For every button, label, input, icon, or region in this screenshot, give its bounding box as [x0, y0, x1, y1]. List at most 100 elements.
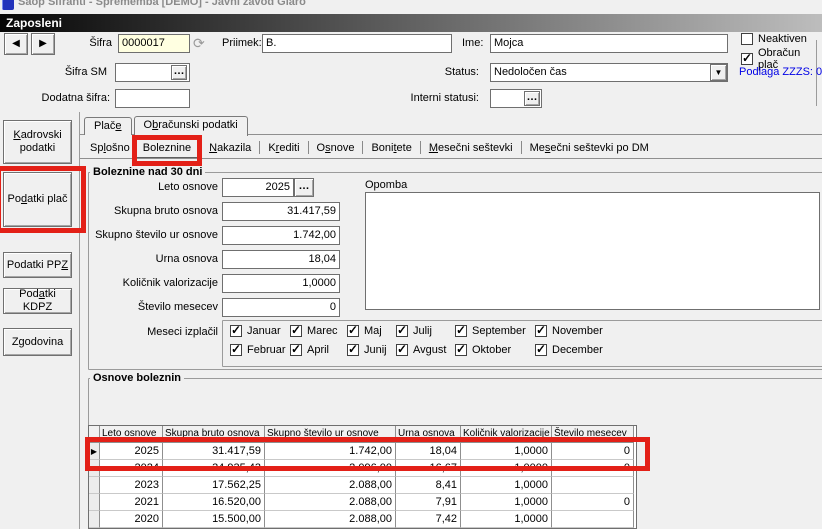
skupna-bruto-osnova-input[interactable]: 31.417,59	[222, 202, 340, 221]
checkbox-box[interactable]	[396, 342, 408, 356]
subtab-boleznine[interactable]: Boleznine	[131, 134, 203, 166]
subtab-splosno[interactable]: Splošno	[84, 139, 136, 157]
month-checkbox-maj[interactable]: Maj	[347, 323, 382, 337]
neaktiven-checkbox[interactable]: Neaktiven	[741, 33, 807, 45]
kolicnik-valorizacije-input[interactable]: 1,0000	[222, 274, 340, 293]
subtab-mesecni-sestevki[interactable]: Mesečni seštevki	[423, 139, 519, 157]
status-select[interactable]: Nedoločen čas	[490, 63, 728, 82]
column-header-kolicnik-valorizacije[interactable]: Količnik valorizacije	[461, 426, 552, 443]
month-checkbox-junij[interactable]: Junij	[347, 342, 387, 356]
app-icon	[2, 0, 14, 10]
cell-ure: 2.088,00	[265, 494, 396, 511]
checkbox-box[interactable]	[290, 323, 302, 337]
cell-kolicnik: 1,0000	[461, 494, 552, 511]
table-row[interactable]: 2023 17.562,25 2.088,00 8,41 1,0000	[89, 477, 636, 494]
priimek-input[interactable]: B.	[262, 34, 452, 53]
sifra-label: Šifra	[89, 37, 112, 49]
column-header-stevilo-mesecev[interactable]: Število mesecev	[552, 426, 634, 443]
stevilo-mesecev-input[interactable]: 0	[222, 298, 340, 317]
column-header-skupna-bruto-osnova[interactable]: Skupna bruto osnova	[163, 426, 265, 443]
tab-label: Mesečni seštevki po DM	[529, 141, 649, 154]
cell-ure: 2.096,00	[265, 460, 396, 477]
column-header-urna-osnova[interactable]: Urna osnova	[396, 426, 461, 443]
cell-meseci: 0	[552, 494, 634, 511]
skupno-stevilo-ur-label: Skupno število ur osnove	[95, 229, 218, 241]
dodatna-sifra-input[interactable]	[115, 89, 190, 108]
cell-meseci: 0	[552, 460, 634, 477]
interni-statusi-lookup-button[interactable]: …	[524, 91, 540, 106]
tab-place[interactable]: Plače	[84, 117, 132, 135]
month-checkbox-november[interactable]: November	[535, 323, 603, 337]
month-label: December	[552, 344, 603, 356]
ellipsis-icon: …	[526, 91, 538, 103]
arrow-right-icon: ▶	[39, 38, 47, 49]
subtab-krediti[interactable]: Krediti	[262, 139, 305, 157]
ime-input[interactable]: Mojca	[490, 34, 728, 53]
column-header-leto-osnove[interactable]: Leto osnove	[100, 426, 163, 443]
month-checkbox-julij[interactable]: Julij	[396, 323, 432, 337]
arrow-left-icon: ◀	[12, 38, 20, 49]
chevron-down-icon: ▼	[714, 68, 723, 77]
ime-label: Ime:	[462, 37, 484, 49]
row-selector-cell	[89, 460, 100, 477]
leto-osnove-lookup-button[interactable]: …	[294, 178, 314, 197]
month-label: Marec	[307, 325, 338, 337]
cell-urna: 18,04	[396, 443, 461, 460]
checkbox-box[interactable]	[741, 33, 753, 45]
sidebar-item-kadrovski-podatki[interactable]: Kadrovski podatki	[3, 120, 72, 164]
tab-obracunski-podatki[interactable]: Obračunski podatki	[133, 116, 248, 136]
checkbox-box[interactable]	[535, 342, 547, 356]
checkbox-box[interactable]	[347, 342, 359, 356]
column-header-skupno-stevilo-ur[interactable]: Skupno število ur osnove	[265, 426, 396, 443]
month-checkbox-marec[interactable]: Marec	[290, 323, 338, 337]
sidebar-item-label: Zgodovina	[11, 335, 64, 348]
tab-separator	[307, 141, 309, 154]
month-label: April	[307, 344, 330, 356]
checkbox-box[interactable]	[230, 342, 242, 356]
month-checkbox-april[interactable]: April	[290, 342, 330, 356]
subtab-mesecni-sestevki-po-dm[interactable]: Mesečni seštevki po DM	[524, 139, 655, 157]
checkbox-box[interactable]	[290, 342, 302, 356]
checkbox-box[interactable]	[230, 323, 242, 337]
subtab-osnove[interactable]: Osnove	[311, 139, 361, 157]
podlaga-zzzs-link[interactable]: Podlaga ZZZS: 001	[739, 66, 822, 78]
subtab-bonitete[interactable]: Bonitete	[365, 139, 417, 157]
checkbox-box[interactable]	[455, 342, 467, 356]
status-label: Status:	[444, 66, 479, 78]
neaktiven-label: Neaktiven	[758, 33, 807, 45]
table-row[interactable]: 2024 34.935,43 2.096,00 16,67 1,0000 0	[89, 460, 636, 477]
urna-osnova-input[interactable]: 18,04	[222, 250, 340, 269]
prev-record-button[interactable]: ◀	[4, 33, 28, 55]
cell-bruto: 31.417,59	[163, 443, 265, 460]
skupno-stevilo-ur-input[interactable]: 1.742,00	[222, 226, 340, 245]
tab-label: Nakazila	[209, 141, 252, 154]
subtab-nakazila[interactable]: Nakazila	[203, 139, 257, 157]
sifra-input[interactable]: 0000017	[118, 34, 190, 53]
leto-osnove-input[interactable]: 2025	[222, 178, 294, 197]
checkbox-box[interactable]	[396, 323, 408, 337]
cell-kolicnik: 1,0000	[461, 443, 552, 460]
table-row[interactable]: 2020 15.500,00 2.088,00 7,42 1,0000	[89, 511, 636, 528]
checkbox-box[interactable]	[741, 51, 753, 65]
cell-kolicnik: 1,0000	[461, 460, 552, 477]
table-row[interactable]: ▶ 2025 31.417,59 1.742,00 18,04 1,0000 0	[85, 437, 650, 471]
row-selector-cell	[89, 511, 100, 528]
sidebar-item-label: Podatki PPZ	[6, 258, 69, 271]
month-checkbox-februar[interactable]: Februar	[230, 342, 286, 356]
sifra-sm-lookup-button[interactable]: …	[171, 65, 187, 80]
table-row[interactable]: 2021 16.520,00 2.088,00 7,91 1,0000 0	[89, 494, 636, 511]
status-dropdown-button[interactable]: ▼	[710, 64, 727, 81]
month-checkbox-avgust[interactable]: Avgust	[396, 342, 446, 356]
month-checkbox-januar[interactable]: Januar	[230, 323, 281, 337]
sidebar-item-label: Podatki plač	[7, 193, 68, 205]
osnove-boleznin-grid: Leto osnove Skupna bruto osnova Skupno š…	[85, 425, 650, 529]
checkbox-box[interactable]	[535, 323, 547, 337]
checkbox-box[interactable]	[455, 323, 467, 337]
month-checkbox-september[interactable]: September	[455, 323, 526, 337]
month-checkbox-december[interactable]: December	[535, 342, 603, 356]
month-checkbox-oktober[interactable]: Oktober	[455, 342, 511, 356]
checkbox-box[interactable]	[347, 323, 359, 337]
next-record-button[interactable]: ▶	[31, 33, 55, 55]
subtabbar-baseline	[80, 158, 822, 159]
opomba-textarea[interactable]	[365, 192, 820, 310]
